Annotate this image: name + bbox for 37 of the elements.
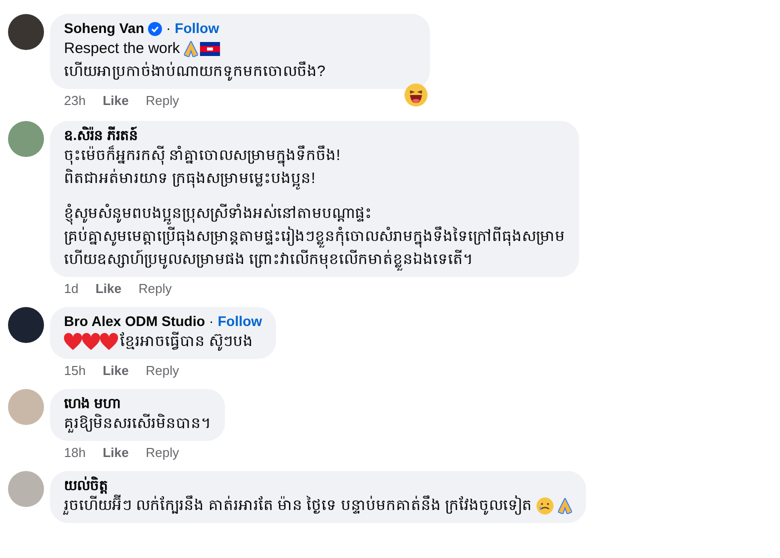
reply-button[interactable]: Reply (138, 281, 172, 297)
comment-text: រួចហើយអ៊ីៗ លក់ក្បែរនឹង គាត់រអារតែ ម៉ាន ថ្ងៃទេ បន្ទាប់មកគាត់នឹង ក្រវែងចូលទៀត (64, 494, 532, 517)
like-button[interactable]: Like (102, 363, 129, 379)
comment-time: 23h (64, 93, 86, 109)
teary-face-icon (536, 496, 554, 514)
author-name[interactable]: Bro Alex ODM Studio (64, 313, 206, 330)
author-name[interactable]: Soheng Van (64, 20, 144, 37)
comment-time: 1d (64, 281, 78, 297)
reply-button[interactable]: Reply (146, 363, 179, 379)
comment-text: ហើយឧស្សាហ៍ប្រមូលសម្រាមផង ព្រោះវាលើកមុខលើកមាត់ខ្លួនឯងទេតើ។ (64, 248, 474, 271)
comment-text: Respect the work (64, 39, 180, 59)
reply-button[interactable]: Reply (146, 93, 179, 109)
follow-link[interactable]: Follow (174, 20, 220, 37)
author-name[interactable]: យល់ចិត្ត (64, 477, 108, 494)
author-name[interactable]: ហេង មហា (64, 395, 120, 412)
like-button[interactable]: Like (102, 93, 129, 109)
hearts-icon (64, 333, 118, 350)
avatar[interactable] (8, 14, 44, 50)
author-name[interactable]: ឧ.សិរ៉ន ភីរតន៍ (64, 127, 138, 144)
comment-text: គ្រប់គ្នាសូមមេត្តាប្រើធុងសម្រាន្តតាមផ្ទះរៀងៗខ្លួនកុំចោលសំរាមក្នុងទឹងទៃក្រៅពីធុងសម្រាម (64, 225, 565, 248)
laughing-reaction-icon[interactable] (404, 83, 428, 107)
comment-time: 18h (64, 445, 86, 461)
flag-icon (200, 42, 220, 56)
separator-dot: · (166, 20, 171, 37)
like-button[interactable]: Like (102, 445, 129, 461)
reply-button[interactable]: Reply (146, 445, 179, 461)
avatar[interactable] (8, 307, 44, 343)
comment-text: ខ្ញុំសូមសំនូមពបងប្អូនប្រុសស្រីទាំងអស់នៅតាមបណ្តាផ្ទះ (64, 202, 372, 225)
comment-text: ចុះម៉េចក៏អ្នករកស៊ី នាំគ្នាចោលសម្រាមក្នុងទឹកចឹង! (64, 144, 340, 167)
comment-text: ហើយអាប្រកាច់ងាប់ណាយកទូកមកចោលចឹង? (64, 60, 326, 83)
comment-time: 15h (64, 363, 86, 379)
follow-link[interactable]: Follow (218, 313, 262, 330)
comment-text: ពិតជាអត់មារយាទ ក្រធុងសម្រាមម្លេះបងប្អូន! (64, 167, 316, 190)
comment-text: គួរឱ្យមិនសរសើរមិនបាន។ (64, 412, 211, 435)
comment-text: ខ្មែរអាចធ្វើបាន ស៊ូៗបង (120, 330, 254, 353)
like-button[interactable]: Like (95, 281, 122, 297)
separator-dot: · (209, 313, 214, 330)
